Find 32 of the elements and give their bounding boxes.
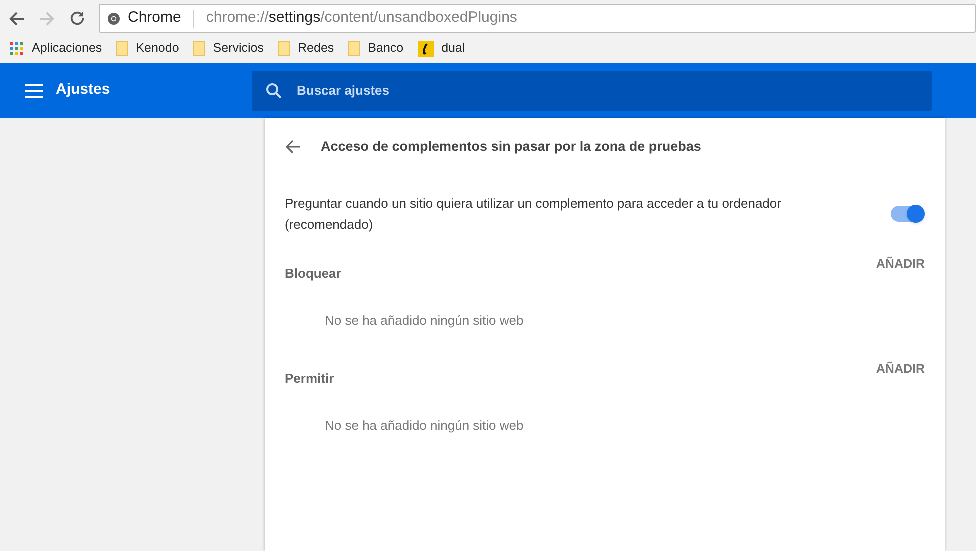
page-title: Acceso de complementos sin pasar por la zona de pruebas: [321, 138, 702, 156]
bookmark[interactable]: Kenodo: [116, 39, 180, 58]
bookmark[interactable]: Servicios: [193, 39, 264, 58]
back-arrow-icon[interactable]: [285, 139, 301, 155]
folder-icon: [348, 41, 360, 56]
toggle-switch[interactable]: [891, 206, 923, 222]
section-title: Bloquear: [285, 265, 342, 283]
add-button[interactable]: AÑADIR: [876, 255, 925, 273]
site-logo-icon: [418, 40, 434, 56]
folder-icon: [193, 41, 206, 56]
site-label: Chrome: [128, 8, 182, 28]
chrome-logo-icon: [108, 12, 120, 24]
empty-list-text: No se ha añadido ningún sitio web: [325, 416, 525, 435]
section-title: Permitir: [285, 370, 334, 388]
search-icon: [266, 82, 282, 98]
menu-icon[interactable]: [25, 84, 43, 98]
address-bar[interactable]: Chrome chrome://settings/content/unsandboxedPlugins: [99, 4, 976, 33]
apps-grid-icon: [10, 42, 24, 56]
bookmark[interactable]: dual: [418, 39, 466, 58]
bookmark[interactable]: Aplicaciones: [10, 39, 102, 58]
add-button[interactable]: AÑADIR: [876, 360, 925, 378]
url-text: chrome://settings/content/unsandboxedPlugins: [206, 8, 518, 28]
reload-icon[interactable]: [69, 10, 86, 27]
empty-list-text: No se ha añadido ningún sitio web: [325, 312, 525, 330]
folder-icon: [278, 41, 290, 56]
folder-icon: [116, 41, 128, 56]
bookmark[interactable]: Banco: [348, 39, 404, 58]
back-arrow-icon[interactable]: [8, 10, 26, 28]
search-field[interactable]: Buscar ajustes: [252, 70, 932, 110]
bookmark[interactable]: Redes: [278, 39, 334, 58]
setting-label: Preguntar cuando un sitio quiera utilizar un complemento para acceder a tu ordenador (recomendado): [285, 195, 782, 234]
settings-title: Ajustes: [56, 80, 112, 100]
